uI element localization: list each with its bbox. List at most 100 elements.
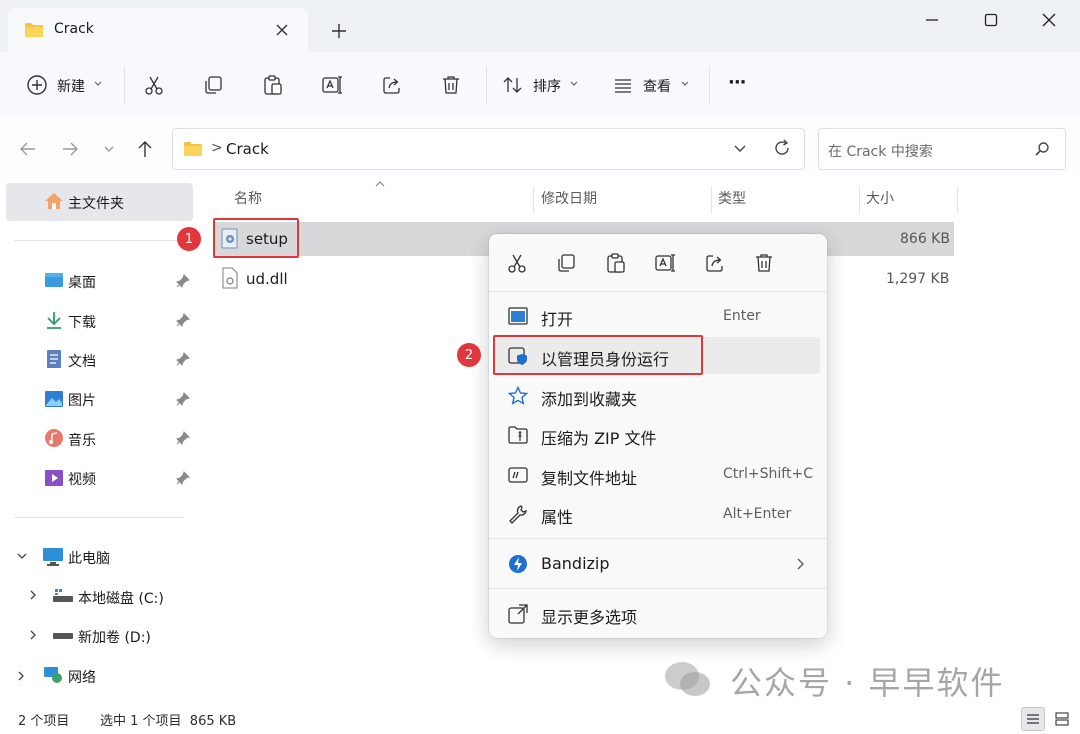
minimize-icon[interactable] (912, 8, 952, 32)
column-divider[interactable] (711, 186, 712, 214)
expand-chevron-right-icon[interactable] (28, 589, 38, 601)
chevron-down-icon (93, 80, 103, 88)
new-plus-icon[interactable] (24, 72, 50, 98)
new-button[interactable]: 新建 (57, 76, 85, 96)
copy-path-icon (506, 463, 530, 487)
view-button[interactable]: 查看 (643, 76, 671, 96)
delete-icon[interactable] (438, 72, 464, 98)
pin-icon[interactable] (176, 471, 190, 485)
star-icon (506, 384, 530, 408)
search-placeholder: 在 Crack 中搜索 (828, 144, 933, 160)
column-header-size[interactable]: 大小 (866, 188, 894, 208)
pin-icon[interactable] (176, 352, 190, 366)
sidebar-item-this-pc[interactable]: 此电脑 (68, 548, 110, 568)
details-view-icon[interactable] (1021, 707, 1045, 731)
music-icon (44, 428, 64, 448)
sort-icon[interactable] (500, 72, 526, 98)
new-tab-icon[interactable] (328, 20, 350, 42)
ctx-delete-icon[interactable] (751, 250, 777, 276)
ctx-paste-icon[interactable] (603, 250, 629, 276)
submenu-chevron-right-icon (795, 557, 805, 571)
menu-item-add-to-favorites[interactable]: 添加到收藏夹 (541, 386, 637, 410)
network-icon (42, 665, 64, 685)
column-divider[interactable] (957, 186, 958, 214)
sidebar-item-home[interactable]: 主文件夹 (68, 193, 124, 213)
sidebar-item-drive-d[interactable]: 新加卷 (D:) (78, 627, 151, 647)
menu-item-bandizip[interactable]: Bandizip (541, 554, 610, 573)
cut-icon[interactable] (141, 72, 167, 98)
breadcrumb-crack[interactable]: Crack (226, 140, 269, 158)
address-dropdown-icon[interactable] (733, 144, 747, 154)
step-badge-2: 2 (457, 343, 481, 367)
drive-c-icon (52, 587, 74, 605)
watermark-text: 公众号 · 早早软件 (730, 664, 1005, 702)
status-selection: 选中 1 个项目 865 KB (100, 714, 237, 729)
menu-item-show-more[interactable]: 显示更多选项 (541, 604, 637, 628)
ctx-rename-icon[interactable] (652, 250, 678, 276)
column-divider[interactable] (859, 186, 860, 214)
sidebar-item-pictures[interactable]: 图片 (68, 390, 96, 410)
menu-item-open[interactable]: 打开 (541, 306, 573, 330)
expand-chevron-right-icon[interactable] (16, 670, 26, 682)
search-icon[interactable] (1034, 141, 1050, 157)
view-icon[interactable] (610, 72, 636, 98)
share-icon[interactable] (379, 72, 405, 98)
pin-icon[interactable] (176, 274, 190, 288)
drive-d-icon (52, 628, 74, 644)
file-size-setup: 866 KB (900, 231, 950, 247)
desktop-icon (44, 271, 64, 289)
back-arrow-icon[interactable] (17, 138, 39, 160)
sidebar-item-music[interactable]: 音乐 (68, 430, 96, 450)
context-menu-divider (489, 538, 827, 539)
sidebar-item-network[interactable]: 网络 (68, 667, 96, 687)
shortcut-copy-path: Ctrl+Shift+C (723, 466, 813, 482)
ctx-copy-icon[interactable] (553, 250, 579, 276)
expand-chevron-right-icon[interactable] (28, 629, 38, 641)
open-icon (506, 304, 530, 328)
more-options-button[interactable]: ··· (728, 72, 746, 93)
sidebar-item-documents[interactable]: 文档 (68, 351, 96, 371)
tab-crack[interactable] (8, 8, 308, 52)
chevron-down-icon (569, 80, 579, 88)
file-name-ud-dll[interactable]: ud.dll (246, 270, 288, 288)
menu-item-compress-zip[interactable]: 压缩为 ZIP 文件 (541, 425, 657, 449)
sidebar-item-downloads[interactable]: 下载 (68, 312, 96, 332)
tab-close-icon[interactable] (272, 20, 292, 40)
sidebar-item-desktop[interactable]: 桌面 (68, 272, 96, 292)
paste-icon[interactable] (260, 72, 286, 98)
pictures-icon (44, 389, 64, 409)
column-divider[interactable] (533, 186, 534, 214)
maximize-icon[interactable] (971, 8, 1011, 32)
home-icon (44, 192, 64, 210)
column-header-name[interactable]: 名称 (234, 188, 262, 208)
pin-icon[interactable] (176, 313, 190, 327)
up-arrow-icon[interactable] (134, 138, 156, 160)
tab-title: Crack (54, 21, 94, 37)
wrench-icon (506, 502, 530, 526)
context-menu-divider (489, 291, 827, 292)
menu-item-copy-path[interactable]: 复制文件地址 (541, 465, 637, 489)
copy-icon[interactable] (200, 72, 226, 98)
shortcut-properties: Alt+Enter (723, 506, 792, 522)
refresh-icon[interactable] (772, 138, 792, 158)
column-header-modified[interactable]: 修改日期 (541, 188, 597, 208)
ctx-cut-icon[interactable] (504, 250, 530, 276)
sidebar-item-drive-c[interactable]: 本地磁盘 (C:) (78, 588, 164, 608)
close-window-icon[interactable] (1029, 8, 1069, 32)
column-header-type[interactable]: 类型 (718, 188, 746, 208)
pin-icon[interactable] (176, 392, 190, 406)
menu-item-properties[interactable]: 属性 (541, 504, 573, 528)
sidebar-item-videos[interactable]: 视频 (68, 469, 96, 489)
recent-chevron-icon[interactable] (98, 138, 120, 160)
forward-arrow-icon[interactable] (59, 138, 81, 160)
ctx-share-icon[interactable] (702, 250, 728, 276)
shortcut-open: Enter (723, 308, 761, 324)
expand-chevron-down-icon[interactable] (16, 551, 28, 561)
pin-icon[interactable] (176, 431, 190, 445)
tiles-view-icon[interactable] (1050, 707, 1074, 731)
sort-button[interactable]: 排序 (533, 76, 561, 96)
context-menu-divider (489, 588, 827, 589)
highlight-box-setup (213, 218, 299, 258)
breadcrumb-separator: > (211, 140, 223, 156)
rename-icon[interactable] (319, 72, 345, 98)
